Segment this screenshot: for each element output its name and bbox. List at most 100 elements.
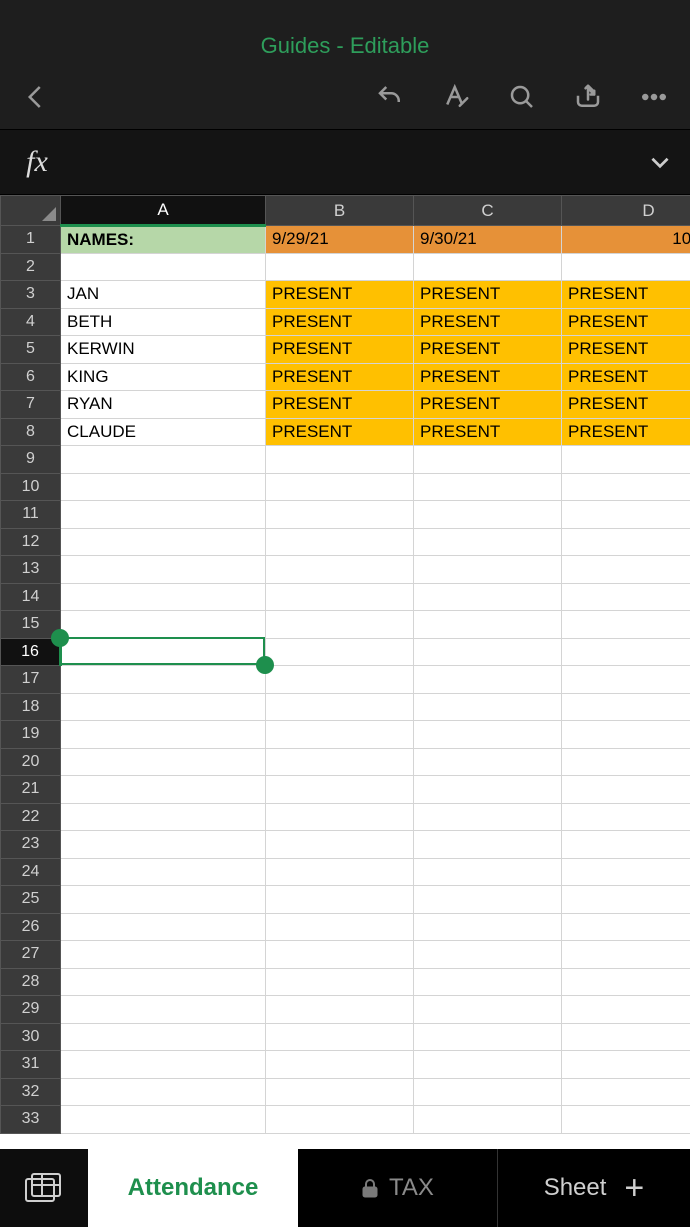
cell[interactable] xyxy=(61,253,266,281)
row-header[interactable]: 10 xyxy=(1,473,61,501)
cell[interactable]: PRESENT xyxy=(414,391,562,419)
cell[interactable] xyxy=(61,886,266,914)
share-button[interactable] xyxy=(566,75,610,119)
cell[interactable] xyxy=(562,996,690,1024)
cell[interactable] xyxy=(562,473,690,501)
cell[interactable] xyxy=(266,556,414,584)
cell[interactable] xyxy=(61,858,266,886)
cell[interactable] xyxy=(266,583,414,611)
cell[interactable] xyxy=(61,831,266,859)
row-header[interactable]: 23 xyxy=(1,831,61,859)
cell[interactable] xyxy=(414,528,562,556)
cell[interactable]: RYAN xyxy=(61,391,266,419)
cell[interactable] xyxy=(61,803,266,831)
row-header[interactable]: 33 xyxy=(1,1106,61,1134)
row-header[interactable]: 3 xyxy=(1,281,61,309)
cell[interactable] xyxy=(562,858,690,886)
cell[interactable]: KING xyxy=(61,363,266,391)
row-header[interactable]: 22 xyxy=(1,803,61,831)
cell[interactable]: PRESENT xyxy=(562,391,690,419)
tab-tax[interactable]: TAX xyxy=(298,1149,498,1227)
row-header[interactable]: 9 xyxy=(1,446,61,474)
cell[interactable] xyxy=(61,666,266,694)
cell[interactable]: PRESENT xyxy=(414,336,562,364)
cell[interactable] xyxy=(61,473,266,501)
cell[interactable] xyxy=(414,858,562,886)
cell[interactable] xyxy=(266,941,414,969)
cell[interactable] xyxy=(61,1106,266,1134)
column-header-D[interactable]: D xyxy=(562,196,690,226)
cell[interactable]: PRESENT xyxy=(266,418,414,446)
row-header[interactable]: 5 xyxy=(1,336,61,364)
tab-attendance[interactable]: Attendance xyxy=(88,1149,298,1227)
row-header[interactable]: 18 xyxy=(1,693,61,721)
cell[interactable]: PRESENT xyxy=(562,308,690,336)
cell[interactable] xyxy=(61,996,266,1024)
cell[interactable]: PRESENT xyxy=(562,363,690,391)
spreadsheet-grid[interactable]: A B C D 1NAMES:9/29/219/30/2110/1/2123JA… xyxy=(0,195,690,1149)
row-header[interactable]: 6 xyxy=(1,363,61,391)
cell[interactable] xyxy=(562,913,690,941)
cell[interactable] xyxy=(266,638,414,666)
cell[interactable] xyxy=(414,556,562,584)
cell[interactable] xyxy=(61,693,266,721)
cell[interactable] xyxy=(414,473,562,501)
cell[interactable] xyxy=(266,473,414,501)
undo-button[interactable] xyxy=(368,75,412,119)
selection-handle-tl[interactable] xyxy=(51,629,69,647)
cell[interactable] xyxy=(266,446,414,474)
row-header[interactable]: 32 xyxy=(1,1078,61,1106)
cell[interactable] xyxy=(414,776,562,804)
cell[interactable] xyxy=(266,913,414,941)
row-header[interactable]: 29 xyxy=(1,996,61,1024)
cell[interactable] xyxy=(266,666,414,694)
cell[interactable] xyxy=(61,611,266,639)
cell[interactable] xyxy=(266,996,414,1024)
cell[interactable] xyxy=(414,638,562,666)
row-header[interactable]: 21 xyxy=(1,776,61,804)
cell[interactable] xyxy=(414,1023,562,1051)
select-all-corner[interactable] xyxy=(1,196,61,226)
cell[interactable]: PRESENT xyxy=(266,363,414,391)
row-header[interactable]: 4 xyxy=(1,308,61,336)
cell[interactable]: PRESENT xyxy=(414,281,562,309)
cell[interactable] xyxy=(562,253,690,281)
cell[interactable]: PRESENT xyxy=(266,391,414,419)
row-header[interactable]: 17 xyxy=(1,666,61,694)
cell[interactable] xyxy=(266,253,414,281)
row-header[interactable]: 13 xyxy=(1,556,61,584)
cell[interactable] xyxy=(61,638,266,666)
cell[interactable]: 10/1/21 xyxy=(562,226,690,254)
row-header[interactable]: 7 xyxy=(1,391,61,419)
cell[interactable] xyxy=(266,748,414,776)
cell[interactable] xyxy=(61,776,266,804)
cell[interactable] xyxy=(266,776,414,804)
cell[interactable] xyxy=(414,1106,562,1134)
cell[interactable] xyxy=(562,1051,690,1079)
cell[interactable]: CLAUDE xyxy=(61,418,266,446)
cell[interactable] xyxy=(562,831,690,859)
cell[interactable]: 9/29/21 xyxy=(266,226,414,254)
cell[interactable] xyxy=(562,748,690,776)
cell[interactable] xyxy=(562,446,690,474)
cell[interactable]: PRESENT xyxy=(414,308,562,336)
cell[interactable] xyxy=(562,776,690,804)
cell[interactable] xyxy=(414,803,562,831)
cell[interactable] xyxy=(61,501,266,529)
cell[interactable] xyxy=(266,1051,414,1079)
cell[interactable] xyxy=(266,501,414,529)
cell[interactable] xyxy=(562,666,690,694)
cell[interactable]: PRESENT xyxy=(562,418,690,446)
cell[interactable] xyxy=(562,1106,690,1134)
cell[interactable] xyxy=(266,1078,414,1106)
cell[interactable] xyxy=(414,611,562,639)
cell[interactable] xyxy=(414,748,562,776)
cell[interactable] xyxy=(414,501,562,529)
row-header[interactable]: 19 xyxy=(1,721,61,749)
cell[interactable] xyxy=(266,831,414,859)
cell[interactable] xyxy=(61,556,266,584)
cell[interactable] xyxy=(414,1051,562,1079)
row-header[interactable]: 30 xyxy=(1,1023,61,1051)
add-sheet-button[interactable]: Sheet + xyxy=(498,1149,690,1227)
cell[interactable] xyxy=(562,556,690,584)
